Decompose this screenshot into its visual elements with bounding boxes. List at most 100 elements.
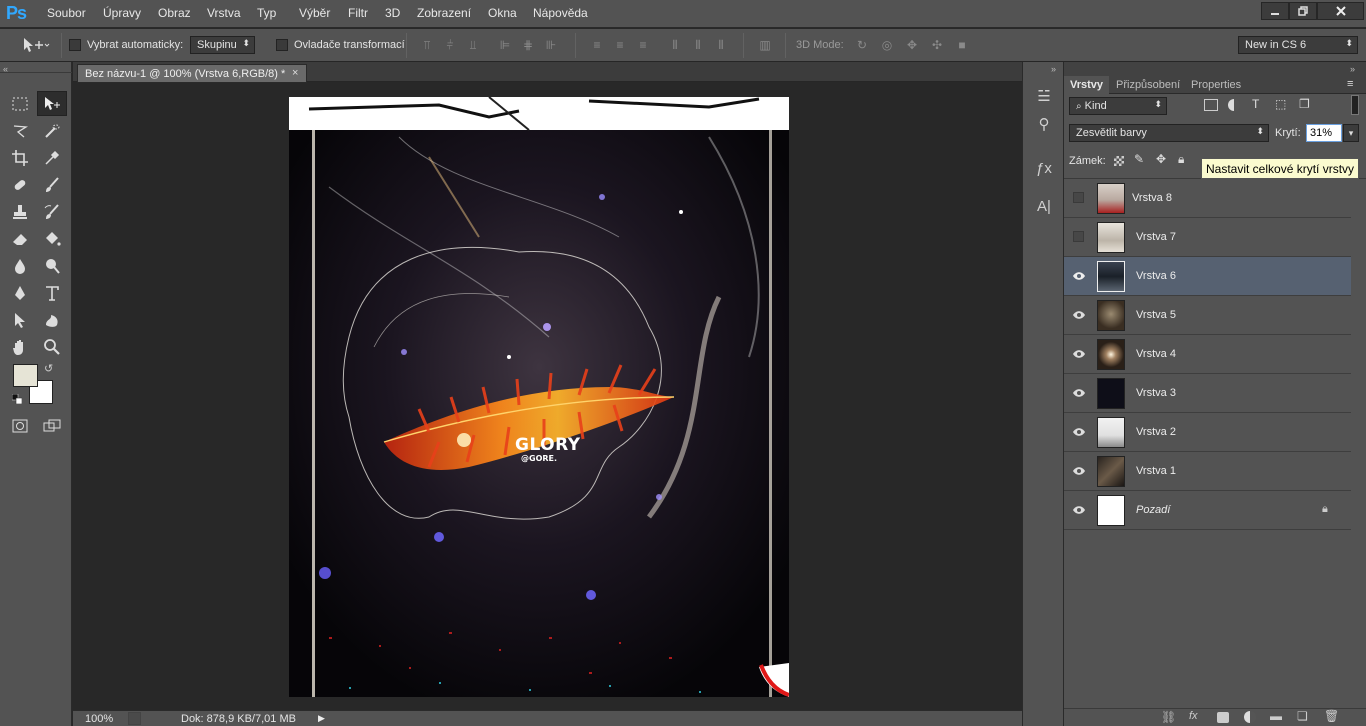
menu-obraz[interactable]: Obraz	[158, 6, 191, 20]
eye-icon[interactable]	[1072, 464, 1086, 478]
new-adjustment-layer-icon[interactable]	[1244, 711, 1256, 723]
tab-adjustments[interactable]: Přizpůsobení	[1110, 76, 1186, 94]
paint-bucket-tool[interactable]	[37, 226, 67, 251]
type-tool[interactable]	[37, 280, 67, 305]
filter-toggle[interactable]	[1351, 95, 1359, 115]
lock-pixels-icon[interactable]: ✎	[1134, 152, 1144, 166]
distribute-hcenter-icon[interactable]: ⦀	[691, 38, 705, 52]
menu-vrstva[interactable]: Vrstva	[207, 6, 241, 20]
layer-style-icon[interactable]: fx	[1189, 710, 1198, 722]
document-tab[interactable]: Bez názvu-1 @ 100% (Vrstva 6,RGB/8) *	[77, 64, 307, 83]
layer-row-vrstva-6[interactable]: Vrstva 6	[1064, 257, 1351, 296]
opacity-input[interactable]: 31%	[1306, 124, 1342, 142]
status-preview-icon[interactable]	[128, 712, 141, 725]
auto-select-dropdown[interactable]: Skupinu ⬍	[190, 36, 255, 54]
layer-row-vrstva-2[interactable]: Vrstva 2	[1064, 413, 1351, 452]
collapse-panel-icon[interactable]: »	[1350, 64, 1355, 74]
restore-button[interactable]	[1289, 2, 1317, 20]
distribute-left-icon[interactable]: ⦀	[668, 38, 682, 52]
eraser-tool[interactable]	[5, 226, 35, 251]
align-bottom-icon[interactable]: ⫫	[466, 38, 480, 52]
tab-properties[interactable]: Properties	[1185, 76, 1247, 94]
new-group-icon[interactable]: ▬	[1270, 709, 1282, 723]
history-brush-tool[interactable]	[37, 199, 67, 224]
pen-tool[interactable]	[5, 280, 35, 305]
opacity-slider-button[interactable]: ▾	[1343, 124, 1359, 142]
close-window-button[interactable]	[1317, 2, 1364, 20]
distribute-right-icon[interactable]: ⦀	[714, 38, 728, 52]
layer-row-vrstva-5[interactable]: Vrstva 5	[1064, 296, 1351, 335]
layer-row-vrstva-4[interactable]: Vrstva 4	[1064, 335, 1351, 374]
lock-transparency-icon[interactable]	[1114, 156, 1124, 166]
document-tab-close-button[interactable]: ×	[292, 67, 298, 79]
3d-pan-icon[interactable]: ✥	[905, 38, 919, 52]
menu-3d[interactable]: 3D	[385, 6, 400, 20]
clone-stamp-tool[interactable]	[5, 199, 35, 224]
blur-tool[interactable]	[5, 253, 35, 278]
layer-row-vrstva-1[interactable]: Vrstva 1	[1064, 452, 1351, 491]
status-menu-arrow-icon[interactable]: ▶	[318, 713, 325, 724]
menu-okna[interactable]: Okna	[488, 6, 517, 20]
filter-smart-object-icon[interactable]: ❐	[1299, 97, 1310, 111]
quick-mask-button[interactable]	[5, 413, 35, 438]
default-colors-icon[interactable]	[11, 393, 23, 405]
add-mask-icon[interactable]	[1217, 712, 1229, 723]
brush-presets-icon[interactable]: ⚲	[1033, 114, 1055, 136]
layer-visibility-toggle[interactable]	[1073, 192, 1084, 203]
menu-vyber[interactable]: Výběr	[299, 6, 330, 20]
align-top-icon[interactable]: ⫪	[420, 38, 434, 52]
menu-filtr[interactable]: Filtr	[348, 6, 368, 20]
auto-align-icon[interactable]: ▥	[758, 38, 772, 52]
eyedropper-tool[interactable]	[37, 145, 67, 170]
screen-mode-button[interactable]	[37, 413, 67, 438]
menu-napoveda[interactable]: Nápověda	[533, 6, 588, 20]
distribute-vcenter-icon[interactable]: ≡	[613, 38, 627, 52]
auto-select-checkbox[interactable]	[69, 39, 81, 51]
tab-layers[interactable]: Vrstvy	[1064, 76, 1110, 94]
character-icon[interactable]: A|	[1033, 196, 1055, 218]
lock-all-icon[interactable]: 🔒︎	[1178, 152, 1184, 167]
minimize-button[interactable]	[1261, 2, 1289, 20]
transform-controls-checkbox[interactable]	[276, 39, 288, 51]
eye-icon[interactable]	[1072, 347, 1086, 361]
quick-selection-tool[interactable]	[37, 118, 67, 143]
blend-mode-dropdown[interactable]: Zesvětlit barvy ⬍	[1069, 124, 1269, 142]
hand-tool[interactable]	[5, 334, 35, 359]
marquee-tool[interactable]	[5, 91, 35, 116]
tool-preset-picker[interactable]	[22, 37, 52, 53]
crop-tool[interactable]	[5, 145, 35, 170]
layer-filter-dropdown[interactable]: ⌕ Kind ⬍	[1069, 97, 1167, 115]
menu-soubor[interactable]: Soubor	[47, 6, 86, 20]
workspace-switcher[interactable]: New in CS 6 ⬍	[1238, 36, 1358, 54]
eye-icon[interactable]	[1072, 269, 1086, 283]
document-canvas[interactable]: GLORY @GORE.	[289, 97, 789, 697]
align-left-icon[interactable]: ⊫	[498, 38, 512, 52]
link-layers-icon[interactable]: ⛓	[1161, 710, 1176, 724]
eye-icon[interactable]	[1072, 425, 1086, 439]
layer-row-vrstva-7[interactable]: Vrstva 7	[1064, 218, 1351, 257]
filter-shape-icon[interactable]: ⬚	[1275, 97, 1286, 111]
new-layer-icon[interactable]: ❏	[1297, 709, 1308, 723]
menu-typ[interactable]: Typ	[257, 6, 276, 20]
layer-visibility-toggle[interactable]	[1073, 231, 1084, 242]
distribute-bottom-icon[interactable]: ≡	[636, 38, 650, 52]
dodge-tool[interactable]	[37, 253, 67, 278]
adjustments-icon[interactable]: ☱	[1033, 86, 1055, 108]
eye-icon[interactable]	[1072, 386, 1086, 400]
eye-icon[interactable]	[1072, 308, 1086, 322]
swap-colors-icon[interactable]: ↺	[44, 362, 53, 375]
healing-brush-tool[interactable]	[5, 172, 35, 197]
align-vcenter-icon[interactable]: ⫩	[443, 38, 457, 52]
distribute-top-icon[interactable]: ≡	[590, 38, 604, 52]
layer-row-vrstva-3[interactable]: Vrstva 3	[1064, 374, 1351, 413]
lasso-tool[interactable]	[5, 118, 35, 143]
3d-rotate-icon[interactable]: ↻	[855, 38, 869, 52]
3d-scale-icon[interactable]: ■	[955, 38, 969, 52]
3d-roll-icon[interactable]: ◎	[880, 38, 894, 52]
menu-zobrazeni[interactable]: Zobrazení	[417, 6, 471, 20]
3d-slide-icon[interactable]: ✣	[930, 38, 944, 52]
align-right-icon[interactable]: ⊪	[544, 38, 558, 52]
foreground-color-swatch[interactable]	[13, 364, 38, 387]
eye-icon[interactable]	[1072, 503, 1086, 517]
lock-position-icon[interactable]: ✥	[1156, 152, 1166, 166]
